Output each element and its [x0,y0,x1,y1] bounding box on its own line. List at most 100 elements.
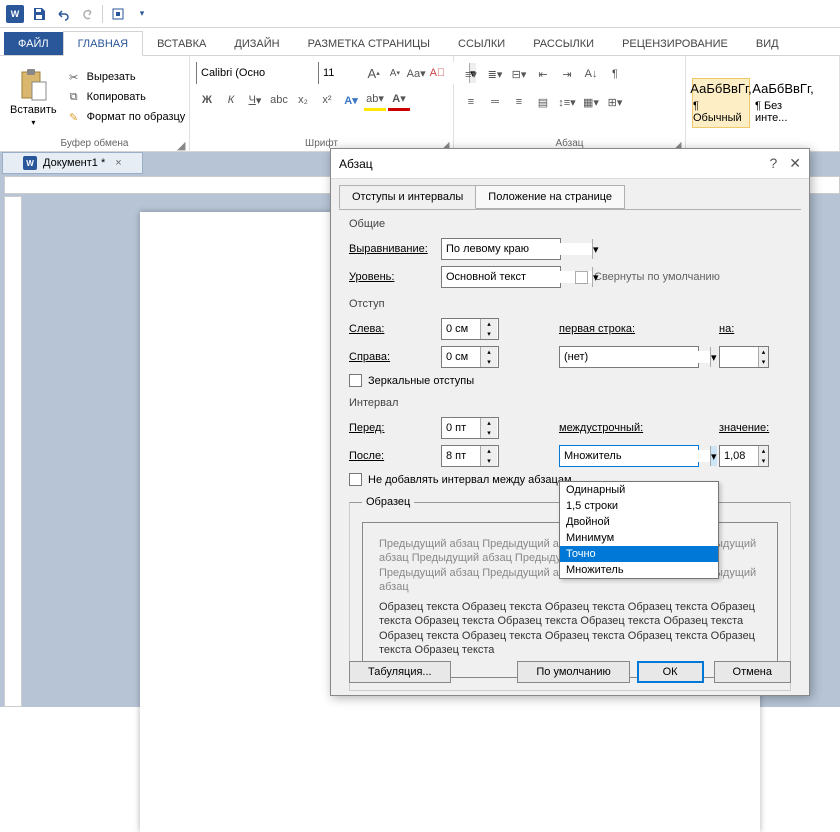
dialog-titlebar: Абзац ? ✕ [331,149,809,179]
chevron-down-icon[interactable]: ▾ [710,347,717,367]
undo-icon[interactable] [52,3,74,25]
close-icon[interactable]: ✕ [789,155,801,172]
style-normal[interactable]: АаБбВвГг,¶ Обычный [692,78,750,128]
paragraph-dialog: Абзац ? ✕ Отступы и интервалы Положение … [330,148,810,696]
clear-format-icon[interactable]: A⃠ [428,62,447,84]
paste-button[interactable]: Вставить ▾ [6,66,61,129]
numbering-icon[interactable]: ≣▾ [484,63,506,85]
font-name-combo[interactable]: ▾ [196,62,316,84]
right-label: Справа: [349,351,441,363]
strike-icon[interactable]: abc [268,89,290,111]
tab-home[interactable]: ГЛАВНАЯ [63,31,143,56]
bold-icon[interactable]: Ж [196,89,218,111]
underline-icon[interactable]: Ч▾ [244,89,266,111]
group-paragraph: ≡▾ ≣▾ ⊟▾ ⇤ ⇥ A↓ ¶ ≡ ═ ≡ ▤ ↕≡▾ ▦▾ ⊞▾ Абза… [454,56,686,151]
chevron-down-icon[interactable]: ▾ [592,239,599,259]
grow-font-icon[interactable]: A▴ [364,62,383,84]
after-spinner[interactable]: ▴▾ [441,445,499,467]
ok-button[interactable]: ОК [637,661,704,683]
word-icon: W [4,3,26,25]
line-spacing-icon[interactable]: ↕≡▾ [556,91,578,113]
dd-double[interactable]: Двойной [560,514,718,530]
change-case-icon[interactable]: Aa▾ [407,62,426,84]
indent-icon[interactable]: ⇥ [556,63,578,85]
group-font: ▾ ▾ A▴ A▾ Aa▾ A⃠ Ж К Ч▾ abc x₂ x² A▾ ab▾… [190,56,454,151]
tab-review[interactable]: РЕЦЕНЗИРОВАНИЕ [608,32,742,55]
cut-button[interactable]: ✂Вырезать [65,67,186,87]
linespacing-combo[interactable]: ▾ [559,445,699,467]
dd-multiple[interactable]: Множитель [560,562,718,578]
clipboard-launcher-icon[interactable]: ◢ [177,139,187,149]
show-marks-icon[interactable]: ¶ [604,63,626,85]
firstline-combo[interactable]: ▾ [559,346,699,368]
group-styles: АаБбВвГг,¶ Обычный АаБбВвГг,¶ Без инте..… [686,56,840,151]
right-spinner[interactable]: ▴▾ [441,346,499,368]
level-combo[interactable]: ▾ [441,266,561,288]
highlight-icon[interactable]: ab▾ [364,89,386,111]
section-indent: Отступ [349,298,791,310]
outdent-icon[interactable]: ⇤ [532,63,554,85]
mirror-checkbox[interactable]: Зеркальные отступы [349,374,791,387]
by-spinner[interactable]: ▴▾ [719,346,769,368]
group-clipboard-label: Буфер обмена [6,136,183,149]
brush-icon: ✎ [65,108,83,126]
borders-icon[interactable]: ⊞▾ [604,91,626,113]
style-nospacing[interactable]: АаБбВвГг,¶ Без инте... [754,78,812,128]
firstline-label: первая строка: [559,323,679,335]
linespacing-label: междустрочный: [559,422,679,434]
bullets-icon[interactable]: ≡▾ [460,63,482,85]
italic-icon[interactable]: К [220,89,242,111]
align-right-icon[interactable]: ≡ [508,91,530,113]
left-spinner[interactable]: ▴▾ [441,318,499,340]
tab-insert[interactable]: ВСТАВКА [143,32,220,55]
touch-mode-icon[interactable] [107,3,129,25]
copy-icon: ⧉ [65,88,83,106]
sort-icon[interactable]: A↓ [580,63,602,85]
dialog-title: Абзац [339,157,373,171]
subscript-icon[interactable]: x₂ [292,89,314,111]
tab-design[interactable]: ДИЗАЙН [220,32,293,55]
help-icon[interactable]: ? [769,155,777,172]
qat-customize-icon[interactable]: ▾ [131,3,153,25]
dd-15[interactable]: 1,5 строки [560,498,718,514]
tab-view[interactable]: ВИД [742,32,793,55]
level-label: Уровень: [349,271,441,283]
multilevel-icon[interactable]: ⊟▾ [508,63,530,85]
align-center-icon[interactable]: ═ [484,91,506,113]
format-painter-button[interactable]: ✎Формат по образцу [65,107,186,127]
value-spinner[interactable]: ▴▾ [719,445,769,467]
tab-references[interactable]: ССЫЛКИ [444,32,519,55]
preview-label: Образец [362,496,414,508]
tab-indents[interactable]: Отступы и интервалы [339,185,476,209]
tab-layout[interactable]: РАЗМЕТКА СТРАНИЦЫ [294,32,444,55]
tab-position[interactable]: Положение на странице [475,185,625,209]
alignment-combo[interactable]: ▾ [441,238,561,260]
superscript-icon[interactable]: x² [316,89,338,111]
close-doc-icon[interactable]: × [115,157,121,169]
document-tab[interactable]: W Документ1 *× [2,152,143,174]
linespacing-dropdown: Одинарный 1,5 строки Двойной Минимум Точ… [559,481,719,579]
tab-file[interactable]: ФАЙЛ [4,32,63,55]
align-left-icon[interactable]: ≡ [460,91,482,113]
shading-icon[interactable]: ▦▾ [580,91,602,113]
font-color-icon[interactable]: A▾ [388,89,410,111]
preview-dark: Образец текста Образец текста Образец те… [379,600,761,657]
dd-single[interactable]: Одинарный [560,482,718,498]
justify-icon[interactable]: ▤ [532,91,554,113]
font-size-combo[interactable]: ▾ [318,62,362,84]
cancel-button[interactable]: Отмена [714,661,791,683]
vertical-ruler[interactable] [4,196,22,707]
tabs-button[interactable]: Табуляция... [349,661,451,683]
redo-icon[interactable] [76,3,98,25]
before-spinner[interactable]: ▴▾ [441,417,499,439]
chevron-down-icon[interactable]: ▾ [710,446,717,466]
copy-button[interactable]: ⧉Копировать [65,87,186,107]
ribbon-tabs: ФАЙЛ ГЛАВНАЯ ВСТАВКА ДИЗАЙН РАЗМЕТКА СТР… [0,28,840,56]
tab-mailings[interactable]: РАССЫЛКИ [519,32,608,55]
text-effects-icon[interactable]: A▾ [340,89,362,111]
shrink-font-icon[interactable]: A▾ [385,62,404,84]
dd-exactly[interactable]: Точно [560,546,718,562]
dd-minimum[interactable]: Минимум [560,530,718,546]
default-button[interactable]: По умолчанию [517,661,629,683]
save-icon[interactable] [28,3,50,25]
